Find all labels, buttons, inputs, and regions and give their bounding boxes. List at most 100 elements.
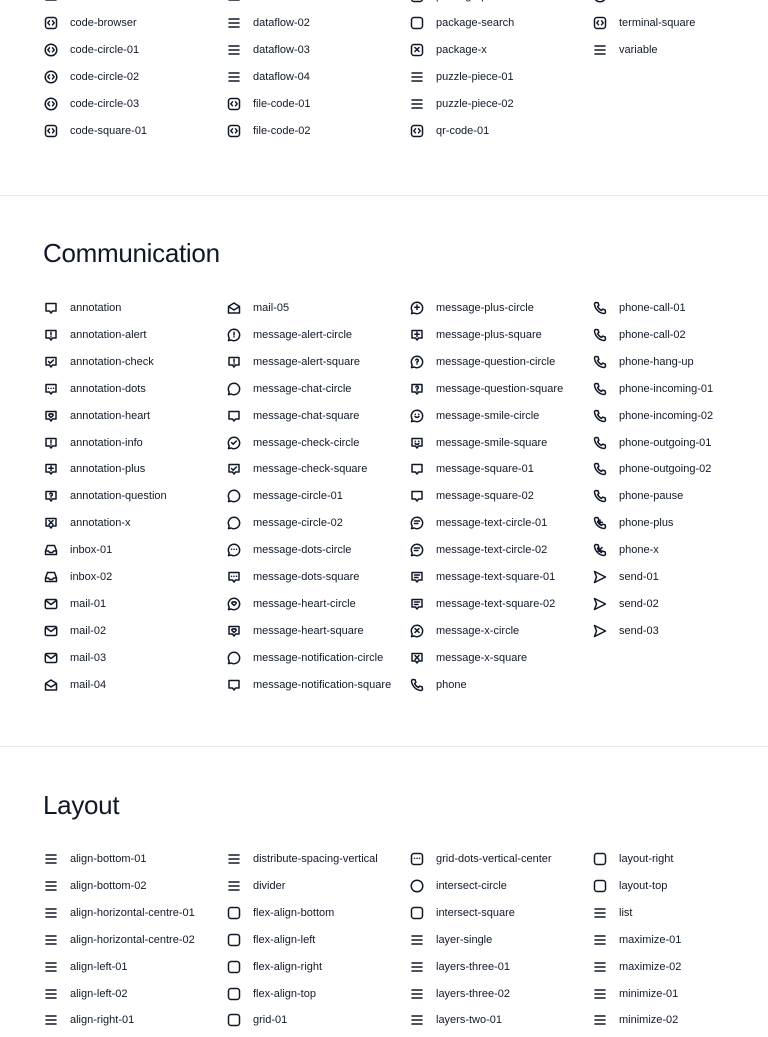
icon-tile-mail-05[interactable]: mail-05	[226, 298, 289, 318]
icon-tile-message-x-circle[interactable]: message-x-circle	[409, 621, 519, 641]
icon-tile-send-03[interactable]: send-03	[592, 621, 659, 641]
icon-tile-minimize-02[interactable]: minimize-02	[592, 1010, 678, 1030]
icon-tile-message-smile-circle[interactable]: message-smile-circle	[409, 406, 539, 426]
icon-tile-send-02[interactable]: send-02	[592, 594, 659, 614]
icon-tile-message-text-square-02[interactable]: message-text-square-02	[409, 594, 555, 614]
icon-tile-message-chat-square[interactable]: message-chat-square	[226, 406, 359, 426]
icon-tile-puzzle-piece-01[interactable]: puzzle-piece-01	[409, 67, 514, 87]
icon-tile-grid-dots-vertical-center[interactable]: grid-dots-vertical-center	[409, 849, 552, 869]
icon-tile-annotation-plus[interactable]: annotation-plus	[43, 459, 145, 479]
icon-tile-flex-align-top[interactable]: flex-align-top	[226, 984, 316, 1004]
icon-tile-layout-top[interactable]: layout-top	[592, 876, 667, 896]
icon-tile-code-02[interactable]: code-02	[43, 0, 110, 6]
icon-tile-code-circle-03[interactable]: code-circle-03	[43, 94, 139, 114]
icon-tile-message-check-square[interactable]: message-check-square	[226, 459, 367, 479]
icon-tile-phone-call-02[interactable]: phone-call-02	[592, 325, 686, 345]
icon-tile-annotation-x[interactable]: annotation-x	[43, 513, 131, 533]
icon-tile-dataflow-03[interactable]: dataflow-03	[226, 40, 310, 60]
icon-tile-align-bottom-01[interactable]: align-bottom-01	[43, 849, 146, 869]
icon-tile-phone-x[interactable]: phone-x	[592, 540, 659, 560]
icon-tile-message-text-square-01[interactable]: message-text-square-01	[409, 567, 555, 587]
icon-tile-code-square-01[interactable]: code-square-01	[43, 121, 147, 141]
icon-tile-distribute-spacing-vertical[interactable]: distribute-spacing-vertical	[226, 849, 378, 869]
icon-tile-message-circle-01[interactable]: message-circle-01	[226, 486, 343, 506]
icon-tile-terminal-square[interactable]: terminal-square	[592, 13, 695, 33]
icon-tile-flex-align-left[interactable]: flex-align-left	[226, 930, 315, 950]
icon-tile-align-right-01[interactable]: align-right-01	[43, 1010, 134, 1030]
icon-tile-code-circle-02[interactable]: code-circle-02	[43, 67, 139, 87]
icon-tile-mail-04[interactable]: mail-04	[43, 675, 106, 695]
icon-tile-align-horizontal-centre-01[interactable]: align-horizontal-centre-01	[43, 903, 195, 923]
icon-tile-annotation-heart[interactable]: annotation-heart	[43, 406, 150, 426]
icon-tile-file-code-02[interactable]: file-code-02	[226, 121, 310, 141]
icon-tile-dataflow-04[interactable]: dataflow-04	[226, 67, 310, 87]
icon-tile-message-smile-square[interactable]: message-smile-square	[409, 433, 547, 453]
icon-tile-dataflow-01[interactable]: dataflow-01	[226, 0, 310, 6]
icon-tile-intersect-circle[interactable]: intersect-circle	[409, 876, 507, 896]
icon-tile-message-notification-circle[interactable]: message-notification-circle	[226, 648, 383, 668]
icon-tile-dataflow-02[interactable]: dataflow-02	[226, 13, 310, 33]
icon-tile-variable[interactable]: variable	[592, 40, 658, 60]
icon-tile-flex-align-right[interactable]: flex-align-right	[226, 957, 322, 977]
icon-tile-message-dots-circle[interactable]: message-dots-circle	[226, 540, 351, 560]
icon-tile-flex-align-bottom[interactable]: flex-align-bottom	[226, 903, 334, 923]
icon-tile-minimize-01[interactable]: minimize-01	[592, 984, 678, 1004]
icon-tile-phone-incoming-01[interactable]: phone-incoming-01	[592, 379, 713, 399]
icon-tile-phone[interactable]: phone	[409, 675, 467, 695]
icon-tile-phone-call-01[interactable]: phone-call-01	[592, 298, 686, 318]
icon-tile-message-circle-02[interactable]: message-circle-02	[226, 513, 343, 533]
icon-tile-align-bottom-02[interactable]: align-bottom-02	[43, 876, 146, 896]
icon-tile-message-plus-square[interactable]: message-plus-square	[409, 325, 542, 345]
icon-tile-annotation-dots[interactable]: annotation-dots	[43, 379, 146, 399]
icon-tile-message-question-square[interactable]: message-question-square	[409, 379, 563, 399]
icon-tile-message-notification-square[interactable]: message-notification-square	[226, 675, 391, 695]
icon-tile-layers-two-01[interactable]: layers-two-01	[409, 1010, 502, 1030]
icon-tile-divider[interactable]: divider	[226, 876, 285, 896]
icon-tile-message-square-01[interactable]: message-square-01	[409, 459, 534, 479]
icon-tile-phone-pause[interactable]: phone-pause	[592, 486, 683, 506]
icon-tile-align-left-01[interactable]: align-left-01	[43, 957, 127, 977]
icon-tile-send-01[interactable]: send-01	[592, 567, 659, 587]
icon-tile-phone-outgoing-01[interactable]: phone-outgoing-01	[592, 433, 711, 453]
icon-tile-message-square-02[interactable]: message-square-02	[409, 486, 534, 506]
icon-tile-layer-single[interactable]: layer-single	[409, 930, 492, 950]
icon-tile-phone-plus[interactable]: phone-plus	[592, 513, 673, 533]
icon-tile-annotation-question[interactable]: annotation-question	[43, 486, 167, 506]
icon-tile-message-plus-circle[interactable]: message-plus-circle	[409, 298, 534, 318]
icon-tile-message-question-circle[interactable]: message-question-circle	[409, 352, 555, 372]
icon-tile-inbox-01[interactable]: inbox-01	[43, 540, 112, 560]
icon-tile-mail-03[interactable]: mail-03	[43, 648, 106, 668]
icon-tile-layers-three-01[interactable]: layers-three-01	[409, 957, 510, 977]
icon-tile-mail-02[interactable]: mail-02	[43, 621, 106, 641]
icon-tile-package-search[interactable]: package-search	[409, 13, 514, 33]
icon-tile-phone-incoming-02[interactable]: phone-incoming-02	[592, 406, 713, 426]
icon-tile-list[interactable]: list	[592, 903, 632, 923]
icon-tile-annotation-alert[interactable]: annotation-alert	[43, 325, 146, 345]
icon-tile-layers-three-02[interactable]: layers-three-02	[409, 984, 510, 1004]
icon-tile-annotation[interactable]: annotation	[43, 298, 121, 318]
icon-tile-package-plus[interactable]: package-plus	[409, 0, 501, 6]
icon-tile-message-x-square[interactable]: message-x-square	[409, 648, 527, 668]
icon-tile-align-horizontal-centre-02[interactable]: align-horizontal-centre-02	[43, 930, 195, 950]
icon-tile-mail-01[interactable]: mail-01	[43, 594, 106, 614]
icon-tile-annotation-info[interactable]: annotation-info	[43, 433, 143, 453]
icon-tile-message-heart-circle[interactable]: message-heart-circle	[226, 594, 356, 614]
icon-tile-puzzle-piece-02[interactable]: puzzle-piece-02	[409, 94, 514, 114]
icon-tile-layout-right[interactable]: layout-right	[592, 849, 673, 869]
icon-tile-maximize-01[interactable]: maximize-01	[592, 930, 681, 950]
icon-tile-phone-hang-up[interactable]: phone-hang-up	[592, 352, 694, 372]
icon-tile-qr-code-01[interactable]: qr-code-01	[409, 121, 489, 141]
icon-tile-message-check-circle[interactable]: message-check-circle	[226, 433, 359, 453]
icon-tile-code-circle-01[interactable]: code-circle-01	[43, 40, 139, 60]
icon-tile-message-text-circle-02[interactable]: message-text-circle-02	[409, 540, 547, 560]
icon-tile-annotation-check[interactable]: annotation-check	[43, 352, 154, 372]
icon-tile-code-browser[interactable]: code-browser	[43, 13, 137, 33]
icon-tile-terminal-circle[interactable]: terminal-circle	[592, 0, 687, 6]
icon-tile-message-alert-square[interactable]: message-alert-square	[226, 352, 360, 372]
icon-tile-grid-01[interactable]: grid-01	[226, 1010, 287, 1030]
icon-tile-align-left-02[interactable]: align-left-02	[43, 984, 127, 1004]
icon-tile-phone-outgoing-02[interactable]: phone-outgoing-02	[592, 459, 711, 479]
icon-tile-message-alert-circle[interactable]: message-alert-circle	[226, 325, 352, 345]
icon-tile-intersect-square[interactable]: intersect-square	[409, 903, 515, 923]
icon-tile-package-x[interactable]: package-x	[409, 40, 487, 60]
